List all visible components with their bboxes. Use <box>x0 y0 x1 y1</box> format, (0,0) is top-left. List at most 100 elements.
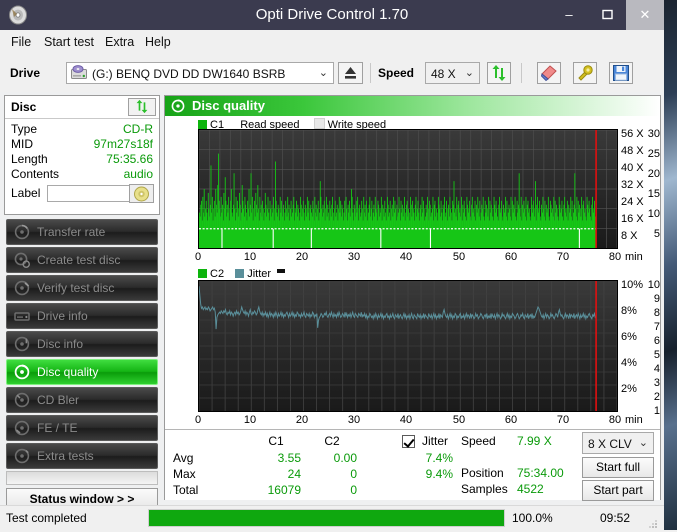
disc-row-mid-value: 97m27s18f <box>93 137 153 151</box>
jitter-xtick-40: 40 <box>399 414 413 426</box>
disc-label-input[interactable] <box>47 185 133 202</box>
c1-xtick-60: 60 <box>504 251 518 263</box>
c1-ytick-right-40x: 40 X <box>621 162 644 174</box>
disc-row-contents-label: Contents <box>11 167 60 181</box>
legend-swatch-jitter <box>235 269 245 278</box>
sidebar-item-extra-tests[interactable]: Extra tests <box>6 443 158 469</box>
progress-bar <box>148 509 505 527</box>
sidebar-item-transfer-rate[interactable]: Transfer rate <box>6 219 158 245</box>
panel-title: Disc quality <box>192 98 265 113</box>
sidebar-item-verify-test-disc[interactable]: Verify test disc <box>6 275 158 301</box>
sidebar-item-fe-te[interactable]: FE / TE <box>6 415 158 441</box>
disc-row-type: Type CD-R <box>5 122 159 137</box>
c1-xtick-50: 50 <box>452 251 466 263</box>
sidebar-item-label: CD Bler <box>37 393 80 407</box>
write-mode-select[interactable]: 8 X CLV ⌄ <box>582 432 654 454</box>
c1-xtick-20: 20 <box>295 251 309 263</box>
resize-grip[interactable] <box>648 518 658 528</box>
desktop-background <box>664 0 677 530</box>
sidebar-item-label: Drive info <box>37 309 88 323</box>
sidebar-item-disc-quality[interactable]: Disc quality <box>6 359 158 385</box>
disc-row-type-label: Type <box>11 122 38 136</box>
jitter-xtick-10: 10 <box>243 414 257 426</box>
disc-row-mid: MID 97m27s18f <box>5 137 159 152</box>
close-button[interactable]: ✕ <box>626 0 664 30</box>
c1-xtick-80: 80 <box>608 251 622 263</box>
minimize-button[interactable]: – <box>550 0 588 30</box>
disc-panel-header: Disc <box>5 96 159 119</box>
start-part-button[interactable]: Start part <box>582 480 654 501</box>
sidebar-item-drive-info[interactable]: Drive info <box>6 303 158 329</box>
sidebar-item-cd-bler[interactable]: CD Bler <box>6 387 158 413</box>
jitter-xtick-20: 20 <box>295 414 309 426</box>
disc-thumb-icon <box>134 186 149 202</box>
disc-row-length-label: Length <box>11 152 48 166</box>
drive-label: Drive <box>10 66 41 80</box>
drive-info-icon <box>14 308 30 324</box>
tools-button[interactable] <box>573 62 597 84</box>
jitter-checkbox[interactable] <box>402 435 415 448</box>
jitter-xaxis-label: min <box>625 414 643 426</box>
sidebar-item-label: Transfer rate <box>37 225 106 239</box>
c1-ytick-right-56x: 56 X <box>621 128 644 140</box>
jitter-ytick-9: 9 <box>653 293 660 305</box>
refresh-button[interactable] <box>487 62 511 84</box>
save-button[interactable] <box>609 62 633 84</box>
c1-ytick-right-8x: 8 X <box>621 230 638 242</box>
sidebar-item-label: Create test disc <box>37 253 121 267</box>
save-icon <box>613 65 629 81</box>
c1-xtick-10: 10 <box>243 251 257 263</box>
sidebar-item-label: Verify test disc <box>37 281 115 295</box>
eject-button[interactable] <box>338 62 363 84</box>
stats-row-avg-label: Avg <box>173 451 194 465</box>
speed-value: 48 X <box>431 67 456 81</box>
disc-test-icon <box>14 224 30 240</box>
disc-create-icon <box>14 252 31 269</box>
c1-ytick-right-32x: 32 X <box>621 179 644 191</box>
statistics-panel: C1 C2 Jitter Avg 3.55 0.00 7.4% Max 24 0… <box>165 429 660 501</box>
progress-percent: 100.0% <box>512 511 553 525</box>
jitter-xtick-60: 60 <box>504 414 518 426</box>
menu-file[interactable]: File <box>6 33 36 51</box>
sidebar-item-label: Disc info <box>37 337 84 351</box>
c1-xtick-0: 0 <box>194 251 202 263</box>
menu-extra[interactable]: Extra <box>100 33 139 51</box>
disc-row-length: Length 75:35.66 <box>5 152 159 167</box>
menu-start-test[interactable]: Start test <box>39 33 99 51</box>
legend-label-c2: C2 <box>210 268 225 280</box>
maximize-button[interactable] <box>588 0 626 30</box>
eraser-button[interactable] <box>537 62 561 84</box>
jitter-chart: C2 Jitter 10 9 8 7 6 5 4 3 2 1 10% 8% 6%… <box>165 268 660 428</box>
write-mode-value: 8 X CLV <box>588 437 632 451</box>
sidebar-item-disc-info[interactable]: Disc info <box>6 331 158 357</box>
title-bar: Opti Drive Control 1.70 – ✕ <box>0 0 664 30</box>
sidebar-item-create-test-disc[interactable]: Create test disc <box>6 247 158 273</box>
disc-refresh-button[interactable] <box>128 98 156 116</box>
disc-quality-icon <box>171 99 185 113</box>
speed-select[interactable]: 48 X ⌄ <box>425 62 480 84</box>
stats-header-c1: C1 <box>268 434 284 448</box>
refresh-icon <box>492 65 506 81</box>
start-full-button[interactable]: Start full <box>582 457 654 478</box>
stats-row-max-label: Max <box>173 467 196 481</box>
disc-label-browse-button[interactable] <box>129 184 154 203</box>
stats-row-max-c2: 0 <box>350 467 357 481</box>
sidebar-item-label: Disc quality <box>37 365 99 379</box>
status-bar: Test completed 100.0% 09:52 <box>0 505 664 531</box>
menu-help[interactable]: Help <box>140 33 176 51</box>
jitter-ytick-right-2pct: 2% <box>621 383 637 395</box>
drive-select[interactable]: (G:) BENQ DVD DD DW1640 BSRB ⌄ <box>66 62 334 84</box>
samples-stat-value: 4522 <box>517 482 544 496</box>
eraser-icon <box>540 65 557 82</box>
disc-verify-icon <box>14 280 30 296</box>
c1-ytick-right-24x: 24 X <box>621 196 644 208</box>
disc-row-length-value: 75:35.66 <box>106 152 153 166</box>
disc-bler-icon <box>14 392 30 408</box>
disc-label-caption: Label <box>11 186 41 200</box>
jitter-legend: C2 Jitter <box>198 268 286 280</box>
stats-row-avg-jitter: 7.4% <box>425 451 453 465</box>
speed-stat-label: Speed <box>461 434 496 448</box>
progress-bar-fill <box>149 510 504 526</box>
toolbar: Drive (G:) BENQ DVD DD DW1640 BSRB ⌄ Spe… <box>0 54 664 92</box>
c1-ytick-right-48x: 48 X <box>621 145 644 157</box>
